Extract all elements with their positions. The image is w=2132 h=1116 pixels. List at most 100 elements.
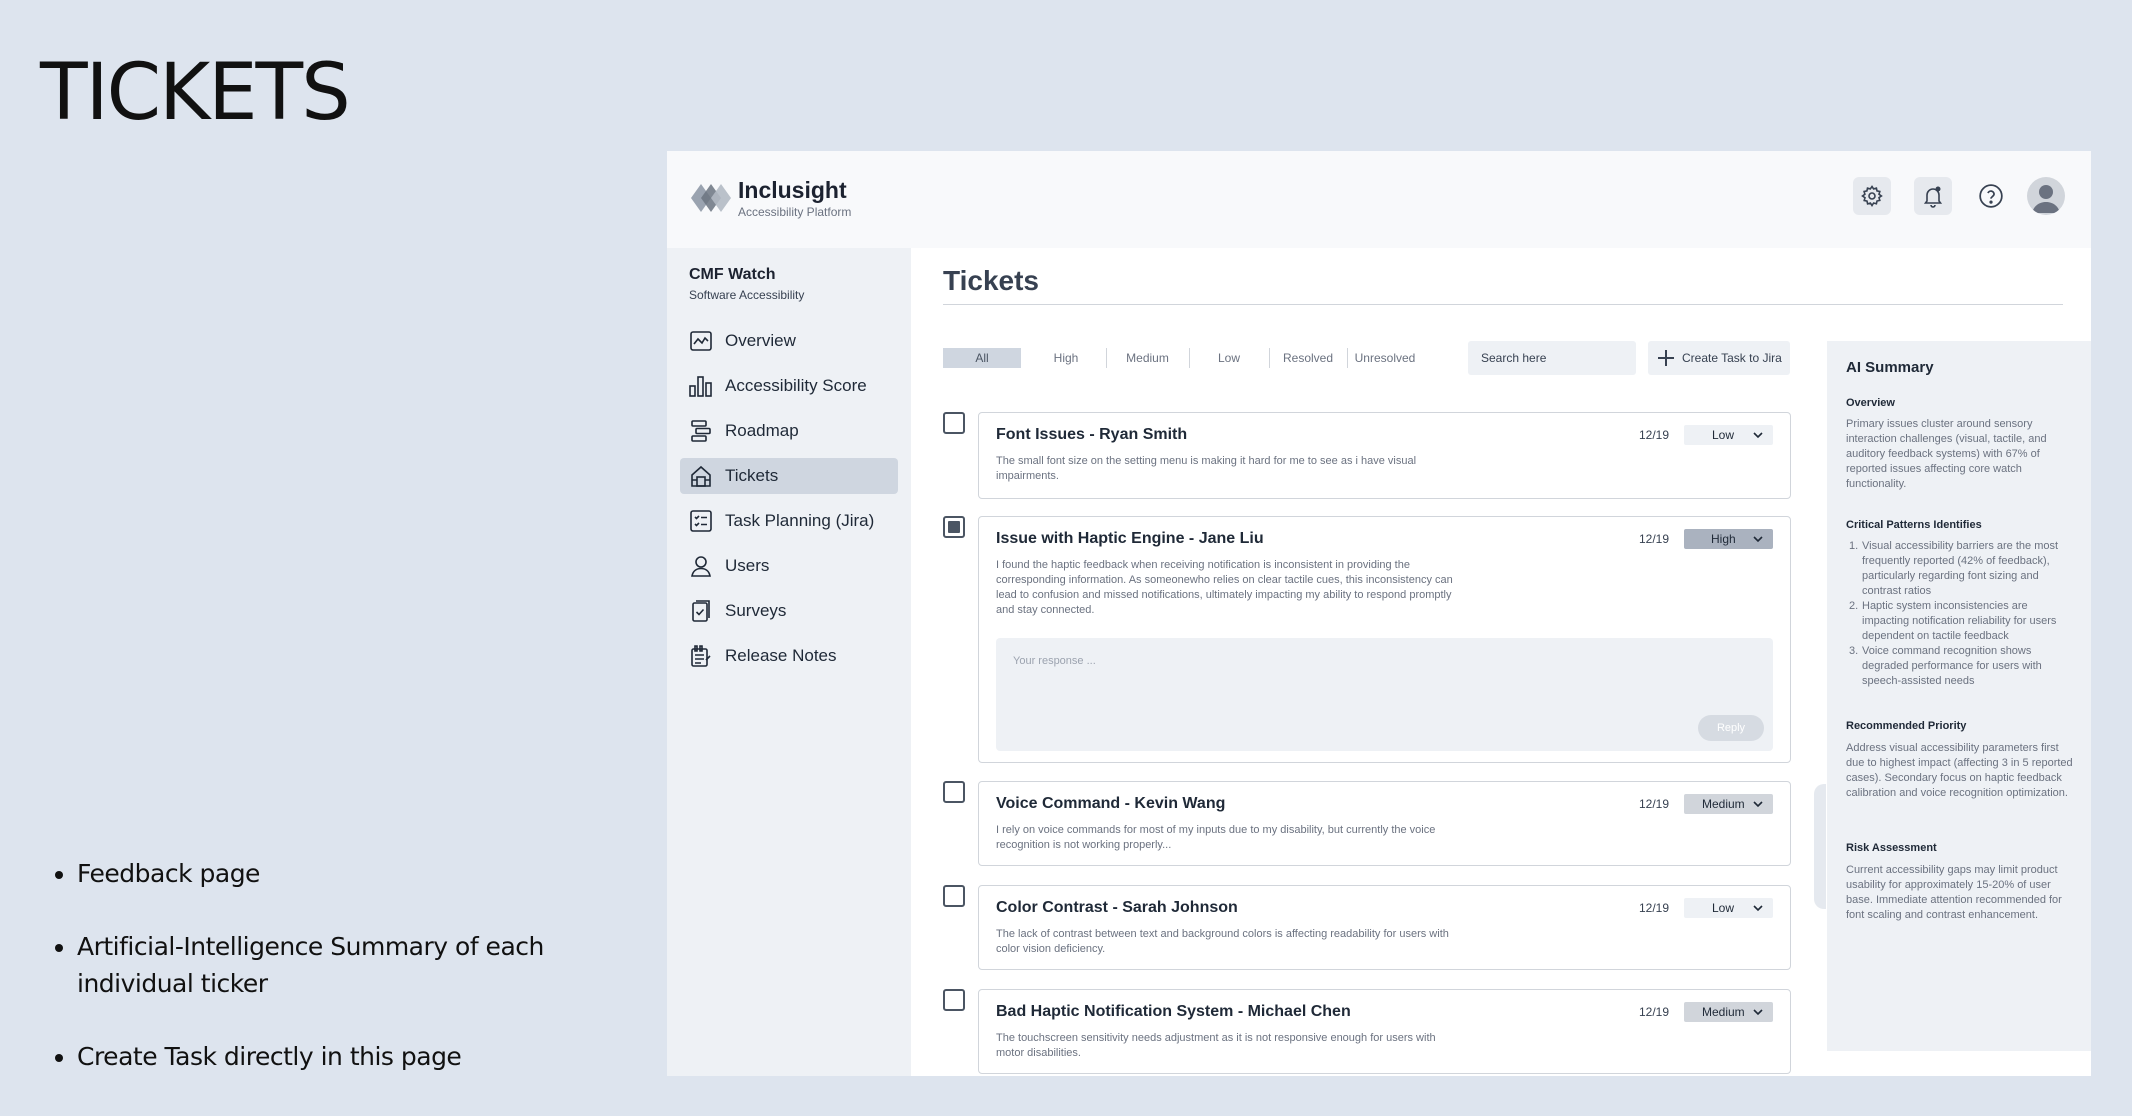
priority-dropdown[interactable]: Low: [1684, 425, 1773, 445]
ticket-checkbox[interactable]: [943, 781, 965, 803]
sidebar: CMF Watch Software Accessibility Overvie…: [667, 248, 911, 1076]
response-textarea[interactable]: Your response ... Reply: [996, 638, 1773, 751]
gear-icon: [1861, 185, 1883, 207]
survey-icon: [688, 598, 714, 624]
sidebar-item-tickets[interactable]: Tickets: [680, 458, 898, 494]
slide-bullet: Artificial-Intelligence Summary of each …: [55, 928, 615, 1002]
ticket-card[interactable]: Font Issues - Ryan Smith 12/19 Low The s…: [978, 412, 1791, 499]
ticket-title: Voice Command - Kevin Wang: [996, 795, 1226, 812]
ai-patterns-list: 1. Visual accessibility barriers are the …: [1846, 539, 2074, 689]
ticket-card[interactable]: Color Contrast - Sarah Johnson 12/19 Low…: [978, 885, 1791, 970]
app-window: Inclusight Accessibility Platform CMF Wa…: [667, 151, 2091, 1076]
filter-divider: [1347, 348, 1348, 368]
ai-pattern-item: 2. Haptic system inconsistencies are impa…: [1849, 600, 2057, 642]
ticket-description: The touchscreen sensitivity needs adjust…: [996, 1032, 1436, 1059]
priority-label: Medium: [1702, 797, 1745, 811]
response-placeholder: Your response ...: [1013, 655, 1096, 667]
title-divider: [943, 304, 2063, 305]
notifications-button[interactable]: [1914, 177, 1952, 215]
reply-button[interactable]: Reply: [1698, 715, 1764, 741]
sidebar-item-users[interactable]: Users: [680, 548, 898, 584]
ai-summary-panel: AI Summary Overview Primary issues clust…: [1827, 341, 2091, 1051]
search-input[interactable]: Search here: [1468, 341, 1636, 375]
ticket-checkbox[interactable]: [943, 885, 965, 907]
ticket-description: I found the haptic feedback when receivi…: [996, 559, 1453, 616]
ai-summary-title: AI Summary: [1846, 359, 1934, 376]
create-task-jira-button[interactable]: Create Task to Jira: [1648, 341, 1790, 375]
sidebar-item-surveys[interactable]: Surveys: [680, 593, 898, 629]
help-button[interactable]: [1972, 177, 2010, 215]
sidebar-item-label: Task Planning (Jira): [725, 511, 875, 530]
priority-label: Medium: [1702, 1005, 1745, 1019]
user-icon: [688, 553, 714, 579]
ticket-card[interactable]: Issue with Haptic Engine - Jane Liu 12/1…: [978, 516, 1791, 763]
chevron-down-icon: [1753, 536, 1763, 543]
ai-panel-scroll-handle[interactable]: [1814, 784, 1826, 909]
ticket-date: 12/19: [1639, 1005, 1670, 1019]
ticket-date: 12/19: [1639, 797, 1670, 811]
ticket-title: Color Contrast - Sarah Johnson: [996, 899, 1238, 916]
ticket-checkbox[interactable]: [943, 412, 965, 434]
ai-risk-heading: Risk Assessment: [1846, 842, 1937, 854]
sidebar-item-overview[interactable]: Overview: [680, 323, 898, 359]
slide-bullet: Create Task directly in this page: [55, 1038, 615, 1075]
plus-icon: [1657, 349, 1675, 367]
top-bar: Inclusight Accessibility Platform: [667, 151, 2091, 248]
filter-resolved[interactable]: Resolved: [1272, 348, 1344, 368]
ticket-date: 12/19: [1639, 901, 1670, 915]
ticket-checkbox[interactable]: [943, 516, 965, 538]
ai-priority-text: Address visual accessibility parameters …: [1846, 742, 2073, 799]
priority-label: High: [1711, 532, 1736, 546]
ticket-card[interactable]: Voice Command - Kevin Wang 12/19 Medium …: [978, 781, 1791, 866]
bar-chart-icon: [688, 373, 714, 399]
filter-high[interactable]: High: [1031, 348, 1101, 368]
settings-button[interactable]: [1853, 177, 1891, 215]
chevron-down-icon: [1753, 905, 1763, 912]
filter-divider: [1269, 348, 1270, 368]
ticket-checkbox[interactable]: [943, 989, 965, 1011]
sidebar-item-release-notes[interactable]: Release Notes: [680, 638, 898, 674]
project-name: CMF Watch: [689, 266, 776, 283]
priority-dropdown[interactable]: Medium: [1684, 1002, 1773, 1022]
user-avatar-icon: [2032, 185, 2060, 213]
avatar[interactable]: [2027, 177, 2065, 215]
chart-line-icon: [688, 328, 714, 354]
main-content: Tickets All High Medium Low Resolved Unr…: [911, 248, 2091, 1076]
filter-divider: [1189, 348, 1190, 368]
filter-all[interactable]: All: [943, 348, 1021, 368]
priority-dropdown[interactable]: High: [1684, 529, 1773, 549]
sidebar-item-label: Tickets: [725, 466, 779, 485]
ticket-description: The lack of contrast between text and ba…: [996, 928, 1449, 955]
ticket-description: The small font size on the setting menu …: [996, 455, 1417, 482]
sidebar-item-label: Surveys: [725, 601, 787, 620]
filter-medium[interactable]: Medium: [1111, 348, 1184, 368]
bell-icon: [1923, 186, 1943, 208]
ticket-card[interactable]: Bad Haptic Notification System - Michael…: [978, 989, 1791, 1074]
chevron-down-icon: [1753, 1009, 1763, 1016]
priority-label: Low: [1712, 901, 1735, 915]
priority-dropdown[interactable]: Low: [1684, 898, 1773, 918]
project-subtitle: Software Accessibility: [689, 288, 805, 302]
priority-dropdown[interactable]: Medium: [1684, 794, 1773, 814]
sidebar-item-accessibility-score[interactable]: Accessibility Score: [680, 368, 898, 404]
sidebar-item-label: Overview: [725, 331, 796, 350]
checklist-icon: [688, 508, 714, 534]
ticket-title: Issue with Haptic Engine - Jane Liu: [996, 530, 1264, 547]
ai-patterns-heading: Critical Patterns Identifies: [1846, 519, 1982, 531]
sidebar-item-label: Accessibility Score: [725, 376, 867, 395]
filter-low[interactable]: Low: [1194, 348, 1264, 368]
roadmap-icon: [688, 418, 714, 444]
ai-overview-heading: Overview: [1846, 397, 1895, 409]
create-task-label: Create Task to Jira: [1682, 351, 1782, 365]
logo-icon: [691, 184, 731, 212]
ticket-date: 12/19: [1639, 428, 1670, 442]
ai-priority-heading: Recommended Priority: [1846, 720, 1967, 732]
slide-bullet-list: Feedback page Artificial-Intelligence Su…: [55, 855, 615, 1111]
chevron-down-icon: [1753, 432, 1763, 439]
filter-unresolved[interactable]: Unresolved: [1349, 348, 1421, 368]
sidebar-item-task-planning[interactable]: Task Planning (Jira): [680, 503, 898, 539]
sidebar-item-roadmap[interactable]: Roadmap: [680, 413, 898, 449]
help-icon: [1979, 184, 2003, 208]
slide-bullet: Feedback page: [55, 855, 615, 892]
sidebar-item-label: Users: [725, 556, 770, 575]
